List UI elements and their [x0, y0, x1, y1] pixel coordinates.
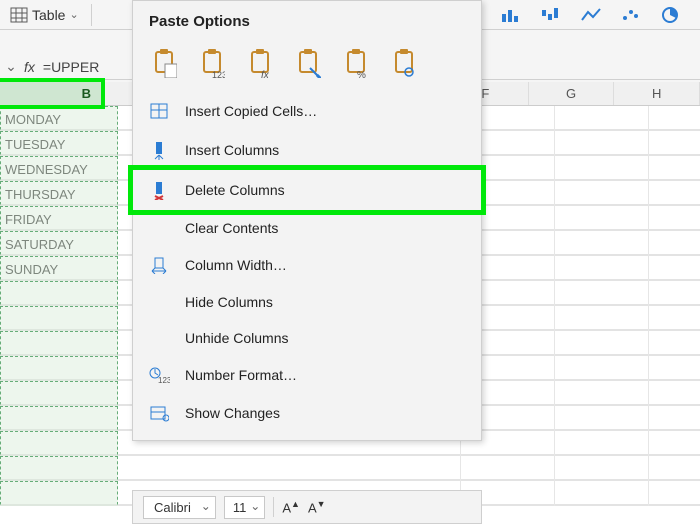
pie-chart-icon[interactable]: [656, 4, 684, 26]
show-changes-icon: [147, 404, 171, 422]
paste-values-icon[interactable]: 123: [195, 42, 229, 78]
menu-delete-columns[interactable]: Delete Columns: [128, 165, 486, 215]
table-icon: [10, 7, 28, 23]
cell[interactable]: [0, 406, 118, 430]
menu-label: Column Width…: [185, 257, 287, 273]
paste-formatting-icon[interactable]: [291, 42, 325, 78]
menu-label: Delete Columns: [185, 182, 285, 198]
cell[interactable]: [0, 306, 118, 330]
insert-columns-icon: [147, 140, 171, 160]
delete-columns-icon: [147, 180, 171, 200]
cell[interactable]: MONDAY: [0, 106, 118, 130]
table-label: Table: [32, 7, 65, 23]
separator: [273, 497, 274, 517]
context-menu: Paste Options 123 fx % Insert Copied Cel…: [132, 0, 482, 441]
bar-chart-icon[interactable]: [496, 4, 526, 26]
cell[interactable]: [0, 331, 118, 355]
menu-unhide-columns[interactable]: Unhide Columns: [133, 320, 481, 356]
svg-text:123: 123: [212, 70, 225, 78]
column-header-h[interactable]: H: [614, 82, 700, 105]
svg-text:123: 123: [158, 376, 170, 384]
insert-cells-icon: [147, 102, 171, 120]
cell[interactable]: THURSDAY: [0, 181, 118, 205]
cell[interactable]: SUNDAY: [0, 256, 118, 280]
font-name-select[interactable]: Calibri: [143, 496, 216, 519]
menu-label: Clear Contents: [185, 220, 278, 236]
formula-input[interactable]: =UPPER: [43, 59, 99, 75]
line-chart-icon[interactable]: [576, 4, 606, 26]
separator: [91, 4, 92, 26]
mini-toolbar: Calibri 11 A▲ A▼: [132, 490, 482, 524]
cell[interactable]: [0, 356, 118, 380]
column-header-g[interactable]: G: [529, 82, 615, 105]
menu-number-format[interactable]: 123 Number Format…: [133, 356, 481, 394]
increase-font-button[interactable]: A▲: [282, 499, 300, 515]
menu-label: Insert Columns: [185, 142, 279, 158]
table-button[interactable]: Table ⌄: [6, 5, 83, 25]
menu-column-width[interactable]: Column Width…: [133, 246, 481, 284]
cell[interactable]: WEDNESDAY: [0, 156, 118, 180]
name-box-dropdown[interactable]: ⌄: [4, 58, 18, 75]
fx-label: fx: [24, 59, 35, 75]
font-size-select[interactable]: 11: [224, 496, 266, 519]
cell[interactable]: [0, 456, 118, 480]
waterfall-chart-icon[interactable]: [536, 4, 566, 26]
paste-options-title: Paste Options: [133, 1, 481, 36]
paste-transpose-icon[interactable]: %: [339, 42, 373, 78]
cell[interactable]: FRIDAY: [0, 206, 118, 230]
chevron-down-icon: ⌄: [69, 8, 78, 21]
menu-insert-copied-cells[interactable]: Insert Copied Cells…: [133, 92, 481, 130]
menu-label: Hide Columns: [185, 294, 273, 310]
scatter-chart-icon[interactable]: [616, 4, 646, 26]
svg-text:fx: fx: [261, 70, 270, 78]
cell[interactable]: SATURDAY: [0, 231, 118, 255]
menu-clear-contents[interactable]: Clear Contents: [133, 210, 481, 246]
column-header-b[interactable]: B: [0, 78, 105, 109]
paste-formulas-icon[interactable]: fx: [243, 42, 277, 78]
menu-label: Unhide Columns: [185, 330, 289, 346]
chart-buttons: [496, 4, 694, 26]
paste-icon[interactable]: [147, 42, 181, 78]
cell[interactable]: [0, 381, 118, 405]
cell[interactable]: [0, 281, 118, 305]
decrease-font-button[interactable]: A▼: [308, 499, 326, 515]
column-width-icon: [147, 256, 171, 274]
menu-show-changes[interactable]: Show Changes: [133, 394, 481, 432]
svg-text:%: %: [357, 70, 366, 78]
paste-options-row: 123 fx %: [133, 36, 481, 92]
menu-insert-columns[interactable]: Insert Columns: [133, 130, 481, 170]
cell[interactable]: [0, 481, 118, 505]
menu-label: Show Changes: [185, 405, 280, 421]
menu-hide-columns[interactable]: Hide Columns: [133, 284, 481, 320]
paste-link-icon[interactable]: [387, 42, 421, 78]
menu-label: Number Format…: [185, 367, 297, 383]
cell[interactable]: [0, 431, 118, 455]
grid-lines: [460, 106, 700, 506]
menu-label: Insert Copied Cells…: [185, 103, 317, 119]
number-format-icon: 123: [147, 366, 171, 384]
cell[interactable]: TUESDAY: [0, 131, 118, 155]
